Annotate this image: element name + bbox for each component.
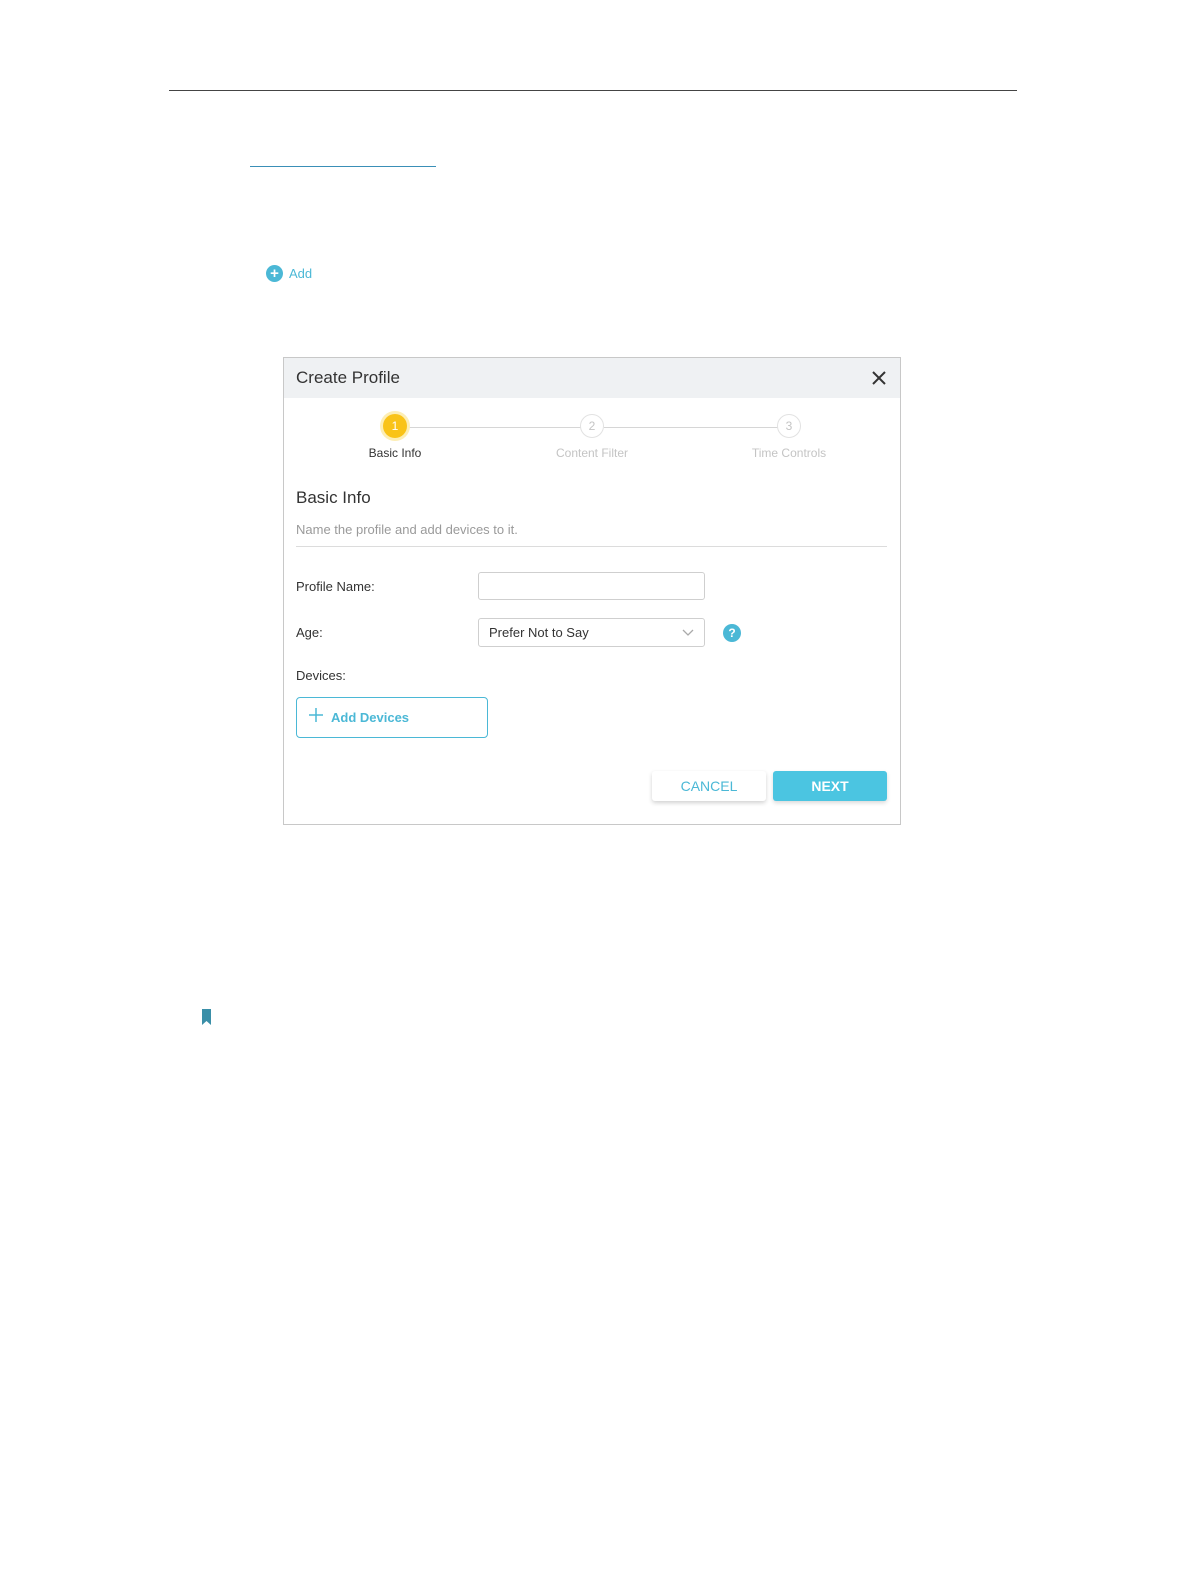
step-label: Content Filter [555, 446, 629, 460]
step-basic-info: 1 Basic Info [315, 414, 475, 460]
profile-name-label: Profile Name: [296, 579, 375, 594]
section-divider [296, 546, 887, 547]
add-profile-link[interactable]: + Add [266, 265, 312, 282]
add-link-label: Add [289, 266, 313, 281]
age-label: Age: [296, 625, 323, 640]
header-rule [169, 90, 1017, 91]
create-profile-dialog: Create Profile 1 Basic Info 2 Content Fi… [283, 357, 901, 825]
age-select-value: Prefer Not to Say [489, 625, 589, 640]
add-devices-label: Add Devices [331, 710, 410, 725]
section-description: Name the profile and add devices to it. [296, 522, 518, 537]
plus-icon [309, 708, 323, 727]
close-icon[interactable] [870, 369, 888, 387]
step-number-badge: 3 [777, 414, 801, 438]
step-number-badge: 2 [580, 414, 604, 438]
age-select[interactable]: Prefer Not to Say [478, 618, 705, 647]
dialog-title: Create Profile [296, 368, 400, 387]
step-label: Time Controls [751, 446, 827, 460]
manual-page: + Add Create Profile 1 Basic Info 2 Cont… [0, 0, 1196, 1582]
plus-circle-icon: + [266, 265, 283, 282]
dialog-header: Create Profile [284, 358, 900, 398]
bookmark-icon [202, 1009, 211, 1025]
step-content-filter: 2 Content Filter [512, 414, 672, 460]
step-label: Basic Info [368, 446, 422, 460]
help-icon[interactable]: ? [723, 624, 741, 642]
add-devices-button[interactable]: Add Devices [296, 697, 488, 738]
devices-label: Devices: [296, 668, 346, 683]
wizard-stepper: 1 Basic Info 2 Content Filter 3 Time Con… [284, 414, 900, 474]
chevron-down-icon [682, 624, 694, 642]
step-time-controls: 3 Time Controls [709, 414, 869, 460]
section-title: Basic Info [296, 488, 371, 507]
profile-name-input[interactable] [478, 572, 705, 600]
hyperlink-underline[interactable] [250, 166, 436, 167]
step-number-badge: 1 [383, 414, 407, 438]
next-button[interactable]: NEXT [773, 771, 887, 801]
cancel-button[interactable]: CANCEL [652, 771, 766, 801]
